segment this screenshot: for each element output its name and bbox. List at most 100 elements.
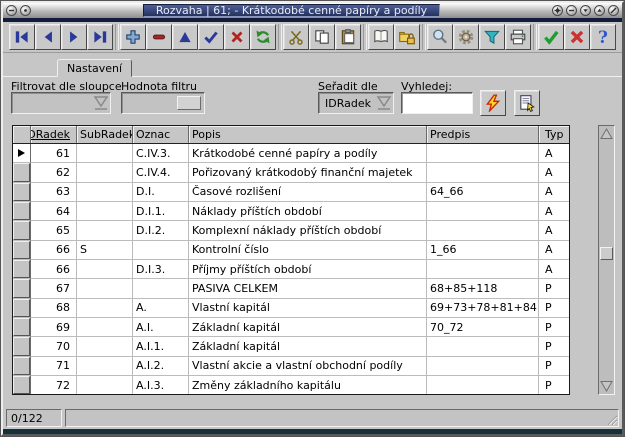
cell-oznac[interactable]: C.IV.3. (133, 144, 189, 163)
cell-typ[interactable]: A (539, 221, 569, 240)
maximize-button[interactable] (552, 5, 563, 16)
cell-typ[interactable]: A (539, 144, 569, 163)
minimize-button[interactable] (566, 5, 577, 16)
data-grid[interactable]: IDRadekSubRadekOznacPopisPredpisTyp61C.I… (12, 125, 570, 395)
refresh-button[interactable] (250, 24, 276, 50)
cell-popis[interactable]: Komplexní náklady příštích období (189, 221, 427, 240)
cancel-edit-button[interactable] (224, 24, 250, 50)
table-row[interactable]: 66D.I.3.Příjmy příštích obdobíA (13, 260, 569, 279)
column-header-predpis[interactable]: Predpis (427, 126, 539, 143)
cell-id[interactable]: 61 (31, 144, 77, 163)
column-header-subradek[interactable]: SubRadek (77, 126, 133, 143)
titlebar[interactable]: Rozvaha | 61; - Krátkodobé cenné papíry … (3, 3, 622, 18)
table-row[interactable]: 71A.I.2.Vlastní akcie a vlastní obchodní… (13, 357, 569, 376)
cell-typ[interactable]: P (539, 318, 569, 337)
cell-popis[interactable]: Kontrolní číslo (189, 241, 427, 260)
table-row[interactable]: 70A.I.1.Základní kapitálP (13, 337, 569, 356)
table-row[interactable]: 62C.IV.4.Pořizovaný krátkodobý finanční … (13, 163, 569, 182)
cell-oznac[interactable]: A.I.1. (133, 337, 189, 356)
edit-record-button[interactable] (172, 24, 198, 50)
last-record-button[interactable] (87, 24, 113, 50)
cell-popis[interactable]: PASIVA CELKEM (189, 279, 427, 298)
table-row[interactable]: 67PASIVA CELKEM68+85+118P (13, 279, 569, 298)
select-columns-button[interactable] (514, 90, 540, 116)
cell-sub[interactable] (77, 163, 133, 182)
cell-id[interactable]: 69 (31, 318, 77, 337)
cell-oznac[interactable]: A.I.3. (133, 376, 189, 395)
table-row[interactable]: 72A.I.3.Změny základního kapitáluP (13, 376, 569, 395)
table-row[interactable]: 63D.I.Časové rozlišení64_66A (13, 183, 569, 202)
confirm-ok-button[interactable] (538, 24, 564, 50)
cell-id[interactable]: 66 (31, 241, 77, 260)
cell-oznac[interactable]: D.I.1. (133, 202, 189, 221)
help-button[interactable]: ? (590, 24, 616, 50)
browse-book-button[interactable] (368, 24, 394, 50)
cell-typ[interactable]: P (539, 279, 569, 298)
cell-typ[interactable]: P (539, 357, 569, 376)
cell-id[interactable]: 72 (31, 376, 77, 395)
cell-popis[interactable]: Vlastní akcie a vlastní obchodní podíly (189, 357, 427, 376)
cell-id[interactable]: 67 (31, 279, 77, 298)
cell-predpis[interactable]: 69+73+78+81+84 (427, 299, 539, 318)
cell-id[interactable]: 64 (31, 202, 77, 221)
post-edit-button[interactable] (198, 24, 224, 50)
cell-typ[interactable]: P (539, 299, 569, 318)
first-record-button[interactable] (9, 24, 35, 50)
prior-record-button[interactable] (35, 24, 61, 50)
close-button[interactable] (608, 5, 619, 16)
table-row[interactable]: 64D.I.1.Náklady příštích obdobíA (13, 202, 569, 221)
cell-sub[interactable] (77, 376, 133, 395)
filter-value-button[interactable] (177, 96, 201, 110)
cell-typ[interactable]: A (539, 163, 569, 182)
cell-oznac[interactable]: A. (133, 299, 189, 318)
cell-predpis[interactable] (427, 376, 539, 395)
cell-sub[interactable] (77, 337, 133, 356)
cell-typ[interactable]: A (539, 241, 569, 260)
shade-down-button[interactable] (580, 5, 591, 16)
cell-popis[interactable]: Pořizovaný krátkodobý finanční majetek (189, 163, 427, 182)
cell-typ[interactable]: P (539, 376, 569, 395)
cell-predpis[interactable] (427, 202, 539, 221)
filter-column-combo[interactable] (11, 92, 111, 114)
sticky-button[interactable] (20, 5, 31, 16)
tab-nastaveni[interactable]: Nastavení (57, 59, 132, 77)
vertical-scrollbar[interactable] (598, 125, 615, 395)
cell-predpis[interactable] (427, 163, 539, 182)
column-header-popis[interactable]: Popis (189, 126, 427, 143)
cell-sub[interactable] (77, 357, 133, 376)
cell-sub[interactable] (77, 279, 133, 298)
scroll-up-arrow[interactable] (599, 126, 614, 142)
filter-funnel-button[interactable] (479, 24, 505, 50)
delete-record-button[interactable] (146, 24, 172, 50)
cell-popis[interactable]: Příjmy příštích období (189, 260, 427, 279)
cell-oznac[interactable]: A.I. (133, 318, 189, 337)
cell-predpis[interactable] (427, 260, 539, 279)
cell-sub[interactable] (77, 260, 133, 279)
cell-predpis[interactable] (427, 337, 539, 356)
column-header-idradek[interactable]: IDRadek (31, 126, 77, 143)
cell-id[interactable]: 66 (31, 260, 77, 279)
cell-popis[interactable]: Základní kapitál (189, 318, 427, 337)
cell-oznac[interactable]: D.I.2. (133, 221, 189, 240)
cell-typ[interactable]: P (539, 337, 569, 356)
settings-gear-button[interactable] (453, 24, 479, 50)
cell-predpis[interactable] (427, 221, 539, 240)
insert-record-button[interactable] (120, 24, 146, 50)
scrollbar-thumb[interactable] (600, 247, 613, 260)
chevron-down-icon[interactable] (375, 93, 393, 113)
cell-sub[interactable] (77, 183, 133, 202)
cell-popis[interactable]: Náklady příštích období (189, 202, 427, 221)
table-row[interactable]: 69A.I.Základní kapitál70_72P (13, 318, 569, 337)
cell-popis[interactable]: Časové rozlišení (189, 183, 427, 202)
cell-id[interactable]: 68 (31, 299, 77, 318)
cell-id[interactable]: 70 (31, 337, 77, 356)
table-row[interactable]: 66SKontrolní číslo1_66A (13, 241, 569, 260)
cell-sub[interactable]: S (77, 241, 133, 260)
cell-id[interactable]: 71 (31, 357, 77, 376)
search-button[interactable] (427, 24, 453, 50)
column-header-typ[interactable]: Typ (539, 126, 569, 143)
cell-oznac[interactable]: D.I.3. (133, 260, 189, 279)
filter-value-field[interactable] (121, 92, 205, 114)
cell-sub[interactable] (77, 318, 133, 337)
shade-up-button[interactable] (594, 5, 605, 16)
